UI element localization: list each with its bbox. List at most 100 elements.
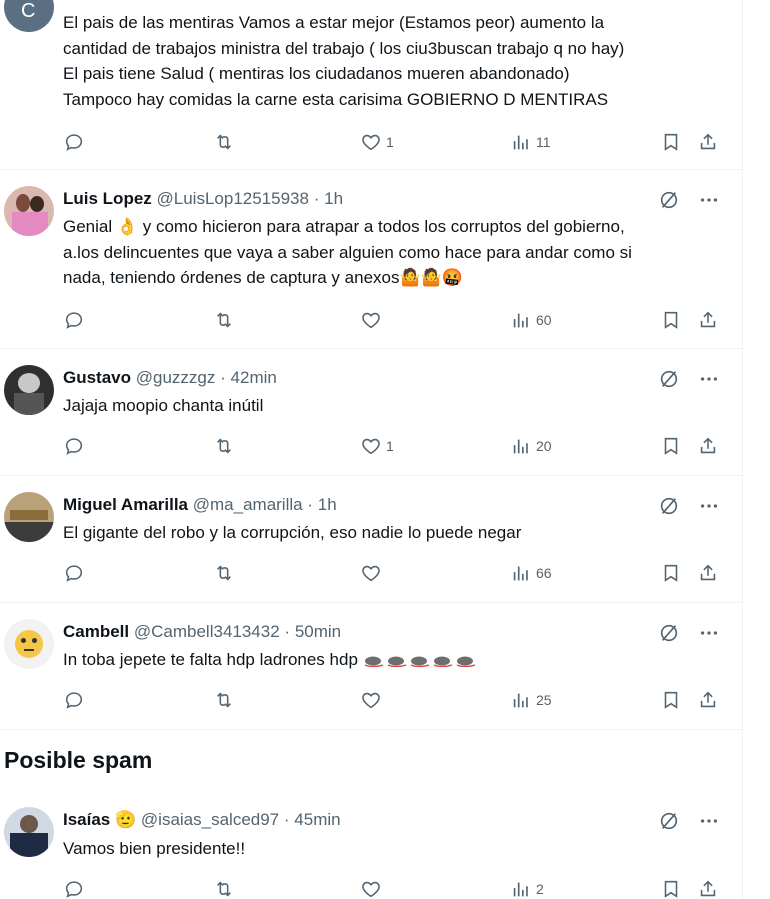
- author-name[interactable]: Miguel Amarilla: [63, 495, 188, 514]
- views-button[interactable]: 25: [510, 689, 552, 711]
- reply-icon: [65, 438, 83, 455]
- bookmark-icon: [664, 691, 678, 709]
- repost-button[interactable]: [213, 131, 235, 153]
- post-time[interactable]: 50min: [295, 622, 341, 641]
- repost-button[interactable]: [213, 309, 235, 331]
- rat-icon: [410, 656, 429, 667]
- views-button[interactable]: 20: [510, 435, 552, 457]
- post-time[interactable]: 1h: [324, 189, 343, 208]
- avatar[interactable]: [4, 619, 54, 669]
- avatar[interactable]: [4, 186, 54, 236]
- salute-emoji: 🫡: [115, 810, 137, 829]
- reply-post[interactable]: Isaías 🫡 @isaias_salced97 · 45min Vamos …: [0, 791, 742, 899]
- bookmark-icon: [664, 437, 678, 455]
- views-count: 11: [536, 134, 551, 150]
- bookmark-button[interactable]: [660, 435, 682, 457]
- views-button[interactable]: 60: [510, 309, 552, 331]
- like-button[interactable]: [360, 878, 386, 899]
- author-handle[interactable]: @ma_amarilla: [193, 495, 303, 514]
- reply-post[interactable]: Cambell @Cambell3413432 · 50min In toba …: [0, 603, 742, 730]
- like-count: 1: [386, 438, 394, 454]
- author-name[interactable]: Isaías: [63, 810, 110, 829]
- reply-button[interactable]: [63, 131, 85, 153]
- post-text: El pais de las mentiras Vamos a estar me…: [63, 13, 625, 109]
- share-button[interactable]: [697, 309, 719, 331]
- grok-icon[interactable]: [658, 189, 680, 211]
- post-time[interactable]: 1h: [318, 495, 337, 514]
- views-icon: [513, 135, 528, 150]
- like-button[interactable]: [360, 562, 386, 584]
- views-count: 25: [536, 692, 552, 708]
- like-button[interactable]: [360, 689, 386, 711]
- bookmark-button[interactable]: [660, 878, 682, 899]
- reply-post[interactable]: Luis Lopez @LuisLop12515938 · 1h Genial …: [0, 170, 742, 349]
- avatar[interactable]: [4, 492, 54, 542]
- bookmark-button[interactable]: [660, 689, 682, 711]
- reply-button[interactable]: [63, 309, 85, 331]
- author-name[interactable]: Cambell: [63, 622, 129, 641]
- grok-icon[interactable]: [658, 368, 680, 390]
- like-button[interactable]: [360, 309, 386, 331]
- repost-button[interactable]: [213, 878, 235, 899]
- repost-button[interactable]: [213, 689, 235, 711]
- reply-button[interactable]: [63, 689, 85, 711]
- views-button[interactable]: 2: [510, 878, 544, 899]
- bookmark-icon: [664, 880, 678, 898]
- more-icon[interactable]: [698, 495, 720, 517]
- action-bar: 25: [63, 689, 723, 713]
- reply-icon: [65, 692, 83, 709]
- author-handle[interactable]: @Cambell3413432: [134, 622, 280, 641]
- repost-button[interactable]: [213, 562, 235, 584]
- more-icon[interactable]: [698, 810, 720, 832]
- share-button[interactable]: [697, 878, 719, 899]
- views-icon: [513, 882, 528, 897]
- share-button[interactable]: [697, 562, 719, 584]
- share-button[interactable]: [697, 131, 719, 153]
- views-button[interactable]: 66: [510, 562, 552, 584]
- views-count: 2: [536, 881, 544, 897]
- views-icon: [513, 439, 528, 454]
- bookmark-button[interactable]: [660, 562, 682, 584]
- reply-icon: [65, 565, 83, 582]
- author-name[interactable]: Luis Lopez: [63, 189, 152, 208]
- like-count: 1: [386, 134, 394, 150]
- more-icon[interactable]: [698, 622, 720, 644]
- share-button[interactable]: [697, 435, 719, 457]
- reply-button[interactable]: [63, 878, 85, 899]
- post-text: Vamos bien presidente!!: [63, 839, 246, 858]
- more-icon[interactable]: [698, 189, 720, 211]
- rat-emoji-row: [363, 655, 476, 667]
- like-button[interactable]: 1: [360, 131, 394, 153]
- author-name[interactable]: Gustavo: [63, 368, 131, 387]
- reply-post[interactable]: Miguel Amarilla @ma_amarilla · 1h El gig…: [0, 476, 742, 603]
- avatar[interactable]: C: [4, 0, 54, 32]
- bookmark-button[interactable]: [660, 131, 682, 153]
- repost-icon: [217, 692, 231, 708]
- author-handle[interactable]: @LuisLop12515938: [157, 189, 309, 208]
- heart-icon: [362, 881, 380, 898]
- action-bar: 60: [63, 309, 723, 333]
- post-time[interactable]: 42min: [231, 368, 277, 387]
- repost-button[interactable]: [213, 435, 235, 457]
- grok-icon[interactable]: [658, 622, 680, 644]
- post-text: In toba jepete te falta hdp ladrones hdp: [63, 647, 728, 673]
- views-button[interactable]: 11: [510, 131, 551, 153]
- reply-button[interactable]: [63, 562, 85, 584]
- reply-button[interactable]: [63, 435, 85, 457]
- avatar[interactable]: [4, 807, 54, 857]
- grok-icon[interactable]: [658, 810, 680, 832]
- author-handle[interactable]: @guzzzgz: [136, 368, 216, 387]
- avatar[interactable]: [4, 365, 54, 415]
- reply-post[interactable]: Gustavo @guzzzgz · 42min Jajaja moopio c…: [0, 349, 742, 476]
- reply-post[interactable]: C El pais de las mentiras Vamos a estar …: [0, 0, 742, 170]
- grok-icon[interactable]: [658, 495, 680, 517]
- repost-icon: [217, 565, 231, 581]
- more-icon[interactable]: [698, 368, 720, 390]
- views-count: 60: [536, 312, 552, 328]
- bookmark-button[interactable]: [660, 309, 682, 331]
- like-button[interactable]: 1: [360, 435, 394, 457]
- post-time[interactable]: 45min: [294, 810, 340, 829]
- author-handle[interactable]: @isaias_salced97: [141, 810, 279, 829]
- share-button[interactable]: [697, 689, 719, 711]
- rat-icon: [387, 656, 406, 667]
